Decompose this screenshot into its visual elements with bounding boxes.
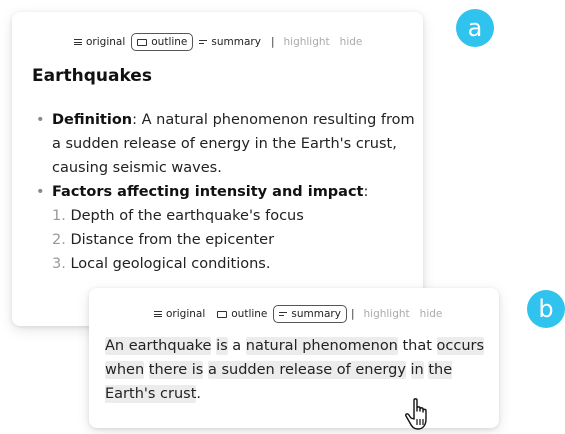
highlighted-phrase[interactable]: a sudden release of energy	[207, 361, 406, 379]
list-item: 3. Local geological conditions.	[52, 256, 271, 272]
hide-button[interactable]: hide	[335, 34, 368, 50]
highlight-button[interactable]: highlight	[279, 34, 335, 50]
hand-pointer-icon	[405, 398, 427, 430]
view-original-button[interactable]: original	[68, 33, 131, 51]
highlighted-phrase[interactable]: in	[410, 361, 424, 379]
box-icon	[137, 38, 148, 46]
list-item: 2. Distance from the epicenter	[52, 232, 275, 248]
label-badge-a: a	[456, 9, 494, 47]
highlighted-phrase[interactable]: is	[216, 337, 228, 355]
view-outline-button[interactable]: outline	[211, 305, 273, 323]
toolbar-separator: |	[270, 36, 275, 48]
summary-fragment: that	[397, 338, 437, 354]
highlight-button[interactable]: highlight	[359, 306, 415, 322]
view-toolbar: original outline summary | highlight hid…	[68, 33, 367, 51]
lines-icon	[154, 310, 162, 319]
toolbar-separator: |	[350, 308, 355, 320]
outline-body: Definition: A natural phenomenon resulti…	[34, 108, 419, 276]
list-item: 1. Depth of the earthquake's focus	[52, 208, 304, 224]
highlighted-phrase[interactable]: occurs	[436, 337, 485, 355]
view-toolbar: original outline summary | highlight hid…	[148, 305, 447, 323]
label-badge-b: b	[527, 290, 565, 328]
lines-icon	[74, 38, 82, 47]
view-outline-button[interactable]: outline	[131, 33, 194, 51]
view-original-button[interactable]: original	[148, 305, 211, 323]
summary-fragment: .	[196, 386, 202, 402]
summary-text: An earthquake is a natural phenomenon th…	[105, 334, 487, 406]
highlighted-phrase[interactable]: there is	[148, 361, 204, 379]
highlighted-phrase[interactable]: when	[105, 361, 145, 379]
highlighted-phrase[interactable]: An earthquake	[105, 337, 212, 355]
outline-heading: Earthquakes	[32, 66, 152, 86]
summary-fragment	[406, 362, 411, 378]
highlighted-phrase[interactable]: natural phenomenon	[245, 337, 398, 355]
box-icon	[217, 310, 228, 318]
hide-button[interactable]: hide	[415, 306, 448, 322]
summary-fragment: a	[227, 338, 246, 354]
outline-bullet-factors: Factors affecting intensity and impact:	[34, 180, 419, 204]
short-lines-icon	[199, 39, 208, 46]
view-summary-button[interactable]: summary	[193, 33, 267, 51]
outline-bullet-definition: Definition: A natural phenomenon resulti…	[34, 108, 419, 180]
outline-card: original outline summary | highlight hid…	[12, 12, 423, 326]
factors-list: 1. Depth of the earthquake's focus 2. Di…	[34, 204, 419, 276]
view-summary-button[interactable]: summary	[273, 305, 347, 323]
short-lines-icon	[279, 311, 288, 318]
